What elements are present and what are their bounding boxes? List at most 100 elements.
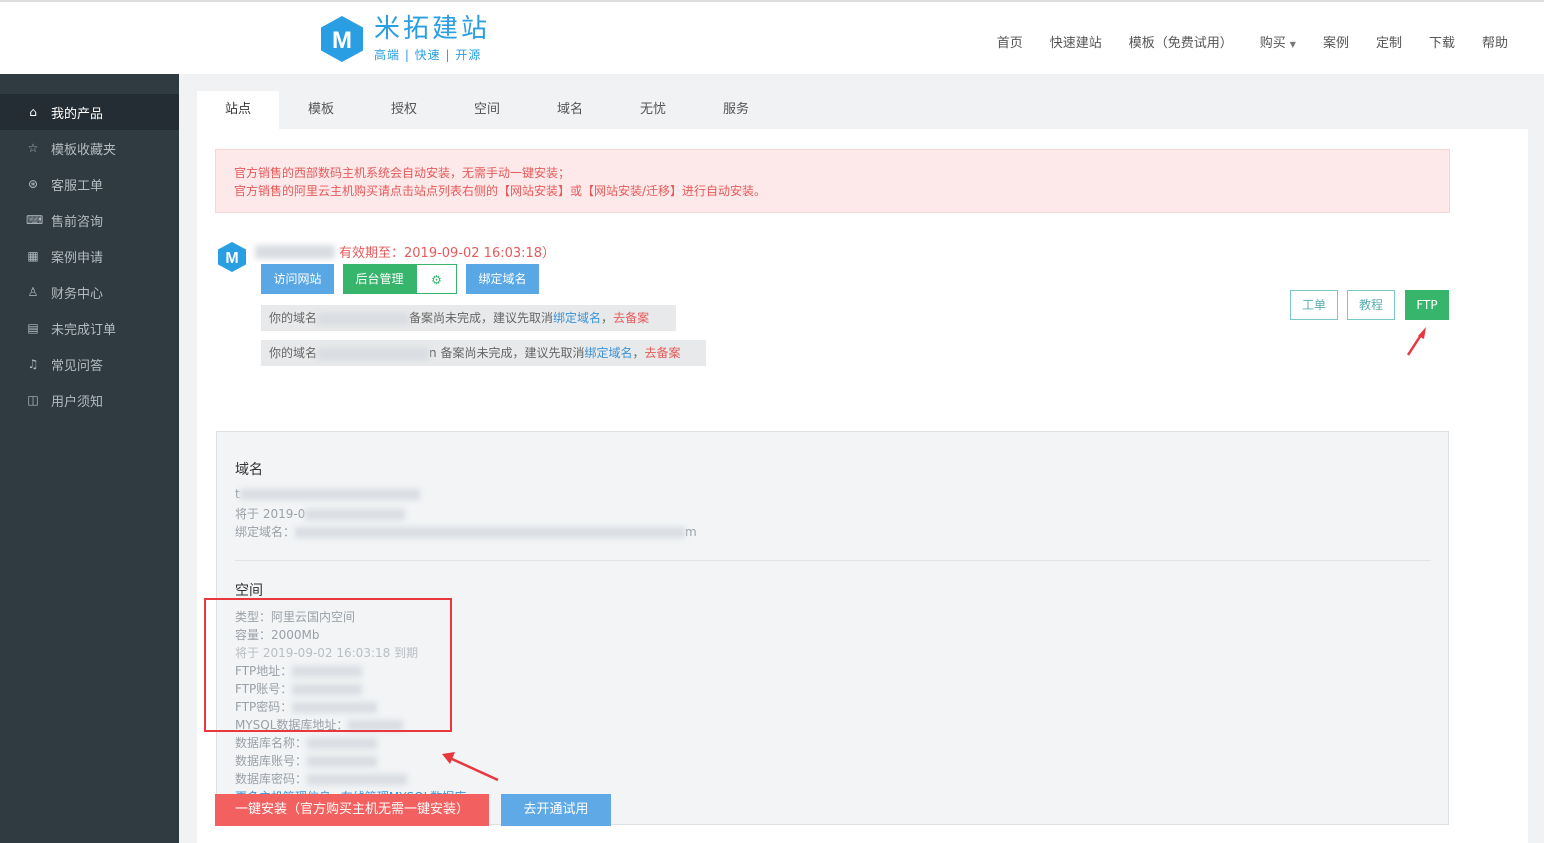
sidebar-item-label: 客服工单 xyxy=(51,178,104,194)
home-icon: ⌂ xyxy=(29,105,37,119)
caret-down-icon: ▼ xyxy=(1289,40,1296,49)
ticket-button[interactable]: 工单 xyxy=(1290,290,1338,320)
nav-help[interactable]: 帮助 xyxy=(1482,32,1508,51)
brand-title: 米拓建站 xyxy=(374,14,491,44)
nav-templates[interactable]: 模板（免费试用） xyxy=(1129,32,1233,51)
gear-icon: ⚙ xyxy=(431,273,442,287)
top-header: M 米拓建站 高端 | 快速 | 开源 首页 快速建站 模板（免费试用） 购买 ▼… xyxy=(0,0,1544,74)
install-alert: 官方销售的西部数码主机系统会自动安装，无需手动一键安装； 官方销售的阿里云主机购… xyxy=(215,149,1450,213)
db-account-label: 数据库账号： xyxy=(235,754,308,768)
tab-bar: 站点 模板 授权 空间 域名 无忧 服务 xyxy=(197,91,778,129)
db-account: 数据库账号： xyxy=(235,752,378,769)
redacted-domain xyxy=(317,347,430,360)
domain-section-title: 域名 xyxy=(235,462,263,478)
svg-text:M: M xyxy=(332,27,352,54)
sidebar-item-finance[interactable]: ♙ 财务中心 xyxy=(0,274,179,310)
bind-domain-link[interactable]: 绑定域名 xyxy=(584,346,632,360)
admin-settings-button[interactable]: ⚙ xyxy=(416,264,457,294)
sidebar-item-label: 常见问答 xyxy=(51,358,104,374)
nav-download[interactable]: 下载 xyxy=(1429,32,1455,51)
domain-warning: 你的域名 n 备案尚未完成，建议先取消绑定域名，去备案 xyxy=(261,340,706,366)
sidebar-item-label: 未完成订单 xyxy=(51,322,117,338)
bind-domain-link[interactable]: 绑定域名 xyxy=(553,311,601,325)
sidebar: ⌂ 我的产品 ☆ 模板收藏夹 ⊛ 客服工单 ⌨ 售前咨询 ▦ 案例申请 ♙ 财务… xyxy=(0,74,179,843)
db-name-label: 数据库名称： xyxy=(235,736,308,750)
sidebar-item-my-products[interactable]: ⌂ 我的产品 xyxy=(0,94,179,130)
bound-domain-tail: m xyxy=(685,525,697,539)
chat-icon: ⌨ xyxy=(26,213,44,227)
go-icp-link[interactable]: 去备案 xyxy=(645,346,681,360)
db-password-label: 数据库密码： xyxy=(235,772,308,786)
tab-space[interactable]: 空间 xyxy=(446,91,528,129)
redacted-value xyxy=(307,738,378,749)
svg-text:M: M xyxy=(225,250,238,267)
credentials-highlight-box xyxy=(204,598,452,732)
warning-comma: ， xyxy=(632,346,645,360)
document-icon: ▤ xyxy=(27,321,39,335)
graduation-icon: ♙ xyxy=(27,285,39,299)
go-icp-link[interactable]: 去备案 xyxy=(613,311,649,325)
logo-hexagon-icon: M xyxy=(321,15,363,62)
redacted-domain-tail: n xyxy=(429,346,437,360)
tab-templates[interactable]: 模板 xyxy=(280,91,362,129)
tab-domain[interactable]: 域名 xyxy=(529,91,611,129)
sidebar-item-label: 模板收藏夹 xyxy=(51,142,117,158)
sidebar-item-label: 财务中心 xyxy=(51,286,104,302)
tutorial-button[interactable]: 教程 xyxy=(1347,290,1395,320)
one-click-install-button[interactable]: 一键安装（官方购买主机无需一键安装） xyxy=(215,794,489,826)
sidebar-item-label: 我的产品 xyxy=(51,106,104,122)
warning-comma: ， xyxy=(601,311,614,325)
site-expire-date: 有效期至：2019-09-02 16:03:18） xyxy=(339,246,556,261)
tab-worry-free[interactable]: 无忧 xyxy=(612,91,694,129)
sidebar-item-unfinished-orders[interactable]: ▤ 未完成订单 xyxy=(0,310,179,346)
nav-buy-label: 购买 xyxy=(1259,36,1286,51)
bind-domain-button[interactable]: 绑定域名 xyxy=(466,264,539,294)
sidebar-item-faq[interactable]: ♫ 常见问答 xyxy=(0,346,179,382)
redacted-value xyxy=(295,527,686,538)
admin-manage-button[interactable]: 后台管理 xyxy=(343,264,416,294)
tab-sites[interactable]: 站点 xyxy=(197,91,279,129)
db-password: 数据库密码： xyxy=(235,770,408,787)
warning-text: 备案尚未完成，建议先取消 xyxy=(440,346,585,360)
brand-logo[interactable]: M 米拓建站 高端 | 快速 | 开源 xyxy=(320,14,490,63)
sidebar-item-label: 售前咨询 xyxy=(51,214,104,230)
site-logo-icon: M xyxy=(218,242,246,272)
visit-site-button[interactable]: 访问网站 xyxy=(261,264,334,294)
sidebar-item-template-favorites[interactable]: ☆ 模板收藏夹 xyxy=(0,130,179,166)
nav-home[interactable]: 首页 xyxy=(997,32,1023,51)
warning-prefix: 你的域名 xyxy=(269,346,318,360)
redacted-domain xyxy=(317,312,410,325)
sidebar-item-label: 用户须知 xyxy=(51,394,104,410)
redacted-value xyxy=(307,774,408,785)
nav-buy[interactable]: 购买 ▼ xyxy=(1260,32,1296,51)
sidebar-item-case-apply[interactable]: ▦ 案例申请 xyxy=(0,238,179,274)
redacted-value xyxy=(307,756,378,767)
sidebar-item-label: 案例申请 xyxy=(51,250,104,266)
space-section-title: 空间 xyxy=(235,583,263,599)
sidebar-item-support-tickets[interactable]: ⊛ 客服工单 xyxy=(0,166,179,202)
section-divider xyxy=(235,560,1431,561)
sidebar-item-user-notice[interactable]: ◫ 用户须知 xyxy=(0,382,179,418)
domain-line-2-prefix: 将于 2019-0 xyxy=(235,507,306,521)
redacted-value xyxy=(305,509,406,520)
nav-quick-build[interactable]: 快速建站 xyxy=(1050,32,1102,51)
alert-line-1: 官方销售的西部数码主机系统会自动安装，无需手动一键安装； xyxy=(234,166,571,180)
bound-domain-label: 绑定域名： xyxy=(235,525,296,539)
tab-license[interactable]: 授权 xyxy=(363,91,445,129)
redacted-value xyxy=(239,489,420,500)
warning-text: 备案尚未完成，建议先取消 xyxy=(409,311,554,325)
db-name: 数据库名称： xyxy=(235,734,378,751)
warning-prefix: 你的域名 xyxy=(269,311,318,325)
domain-line-2: 将于 2019-0 xyxy=(235,505,406,522)
nav-cases[interactable]: 案例 xyxy=(1323,32,1349,51)
main-nav: 首页 快速建站 模板（免费试用） 购买 ▼ 案例 定制 下载 帮助 xyxy=(970,32,1508,51)
nav-custom[interactable]: 定制 xyxy=(1376,32,1402,51)
sidebar-item-presales[interactable]: ⌨ 售前咨询 xyxy=(0,202,179,238)
sites-panel: 官方销售的西部数码主机系统会自动安装，无需手动一键安装； 官方销售的阿里云主机购… xyxy=(197,129,1528,843)
trial-button[interactable]: 去开通试用 xyxy=(501,794,611,826)
site-name-redacted xyxy=(255,245,335,259)
ftp-button[interactable]: FTP xyxy=(1405,290,1449,320)
support-icon: ⊛ xyxy=(27,177,39,191)
star-icon: ☆ xyxy=(27,141,39,155)
tab-service[interactable]: 服务 xyxy=(695,91,777,129)
